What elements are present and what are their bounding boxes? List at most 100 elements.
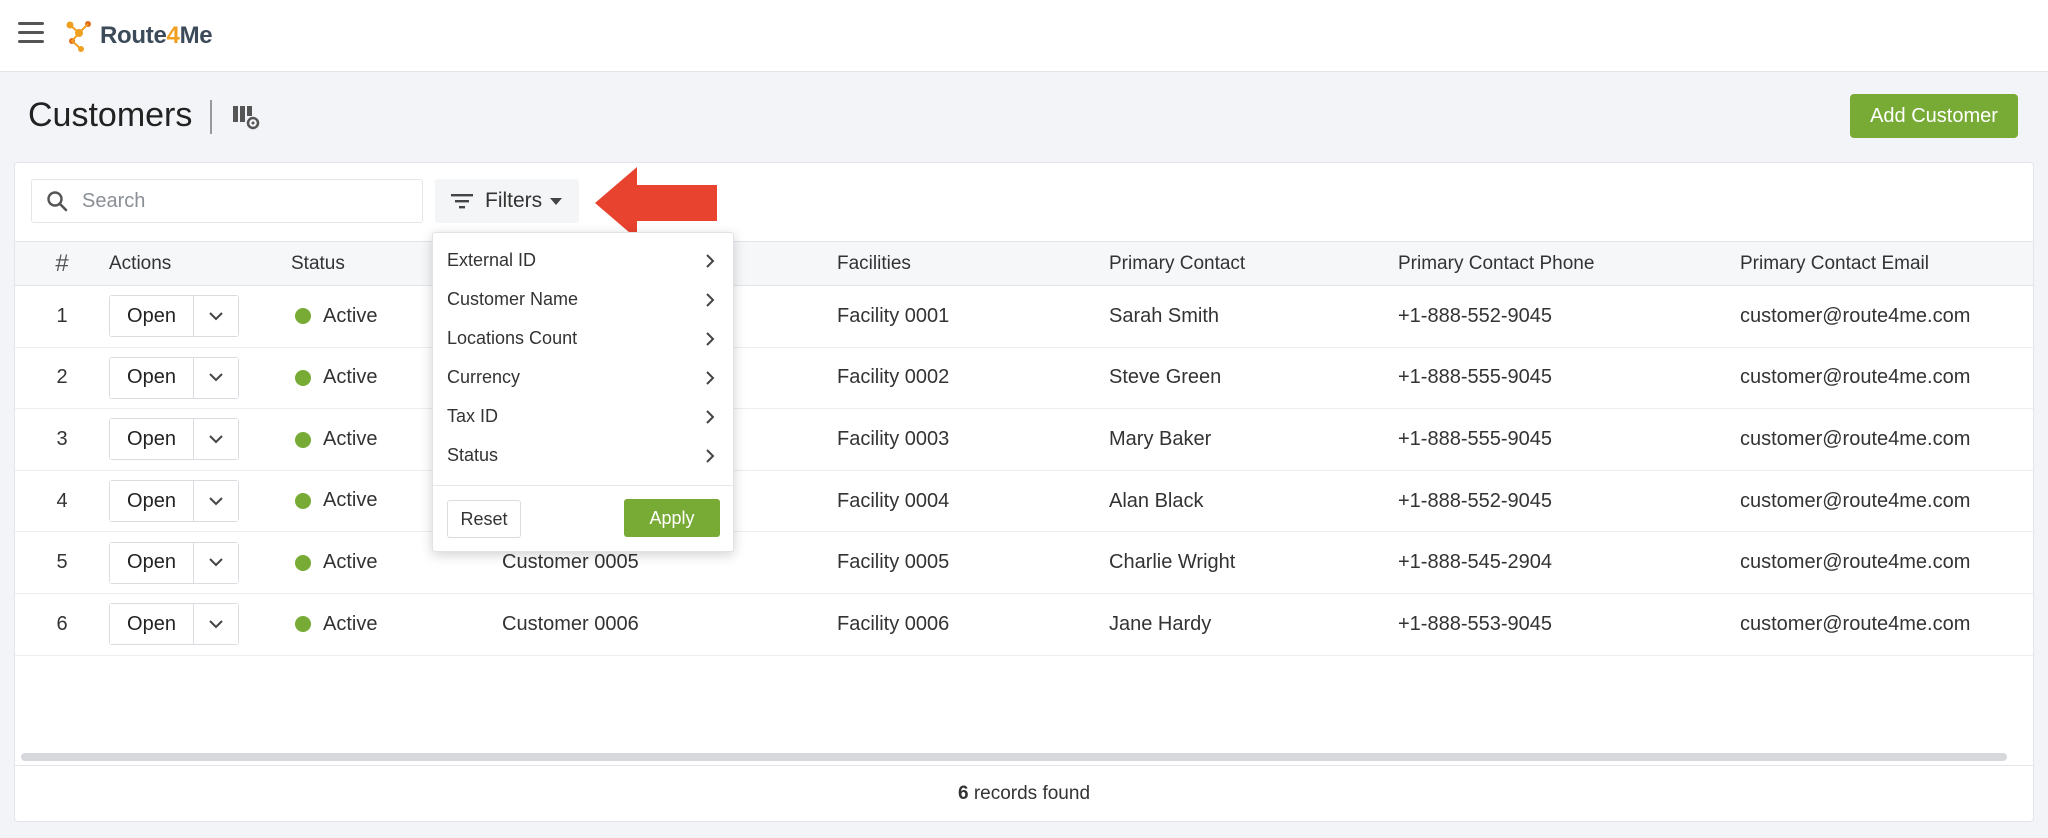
filter-item-label: Currency (447, 367, 521, 387)
column-header-number[interactable]: # (15, 242, 109, 286)
facility-cell: Facility 0002 (837, 366, 950, 389)
status-text: Active (323, 428, 378, 451)
open-dropdown-button[interactable] (194, 419, 238, 460)
page-title: Customers (28, 96, 193, 134)
open-button[interactable]: Open (110, 481, 194, 522)
primary-contact-email-cell: customer@route4me.com (1740, 612, 1971, 635)
status-active-icon (295, 370, 311, 386)
row-number: 5 (56, 551, 68, 574)
status-active-icon (295, 431, 311, 448)
open-button[interactable]: Open (110, 542, 194, 583)
top-bar: Route4Me (0, 0, 2048, 72)
facility-cell: Facility 0005 (837, 551, 950, 574)
primary-contact-cell: Alan Black (1109, 489, 1204, 512)
chevron-down-icon (209, 558, 223, 567)
open-button-group: Open (109, 541, 239, 584)
open-button-group: Open (109, 480, 239, 523)
table-header-row: # Actions Status Facilities Primary Cont… (15, 241, 2033, 286)
filters-dropdown-menu: External ID Customer Name Locations Coun… (432, 232, 734, 552)
primary-contact-email-cell: customer@route4me.com (1740, 304, 1971, 327)
customers-table: # Actions Status Facilities Primary Cont… (15, 241, 2033, 656)
chevron-down-icon (209, 496, 223, 505)
add-customer-button[interactable]: Add Customer (1850, 94, 2018, 138)
open-dropdown-button[interactable] (194, 542, 238, 583)
status-text: Active (323, 551, 378, 574)
actions-cell: Open (109, 532, 291, 594)
search-box[interactable] (31, 179, 423, 223)
filter-icon (451, 194, 473, 209)
customers-card: Filters # Actions Status Facilities Prim… (14, 162, 2034, 822)
route4me-logo-icon (66, 21, 91, 52)
chevron-down-icon (209, 620, 223, 629)
actions-cell: Open (109, 409, 291, 471)
filter-item-customer-name[interactable]: Customer Name (433, 280, 733, 319)
primary-contact-cell: Charlie Wright (1109, 551, 1236, 574)
primary-contact-phone-cell: +1-888-545-2904 (1398, 551, 1553, 574)
status-active-icon (295, 308, 311, 325)
customer-name-cell: Customer 0006 (502, 612, 639, 635)
chevron-down-icon (209, 435, 223, 444)
column-header-actions[interactable]: Actions (109, 242, 291, 286)
records-label: records found (968, 783, 1091, 804)
table-row: 6 Open Active Customer 0006 Facility 000… (15, 593, 2033, 656)
table-row: 3 Open Active Facility 0003 Mary Baker +… (15, 409, 2033, 471)
primary-contact-cell: Jane Hardy (1109, 612, 1212, 635)
reset-button[interactable]: Reset (447, 500, 521, 538)
status-cell: Active (291, 593, 502, 655)
chevron-down-icon (209, 312, 223, 321)
primary-contact-cell: Steve Green (1109, 366, 1222, 389)
open-dropdown-button[interactable] (194, 296, 238, 337)
primary-contact-email-cell: customer@route4me.com (1740, 366, 1971, 389)
status-text: Active (323, 612, 378, 635)
menu-icon[interactable] (18, 22, 44, 44)
open-button[interactable]: Open (110, 296, 194, 337)
primary-contact-phone-cell: +1-888-555-9045 (1398, 427, 1553, 450)
filters-button[interactable]: Filters (435, 179, 579, 223)
search-input[interactable] (82, 189, 402, 213)
filter-item-currency[interactable]: Currency (433, 358, 733, 397)
primary-contact-cell: Sarah Smith (1109, 304, 1220, 327)
column-settings-icon[interactable] (232, 104, 260, 130)
open-button-group: Open (109, 295, 239, 338)
open-button[interactable]: Open (110, 357, 194, 398)
apply-button[interactable]: Apply (624, 499, 720, 537)
open-button-group: Open (109, 356, 239, 399)
horizontal-scrollbar[interactable] (21, 753, 2007, 761)
open-button[interactable]: Open (110, 419, 194, 460)
open-dropdown-button[interactable] (194, 357, 238, 398)
filter-item-status[interactable]: Status (433, 436, 733, 475)
filter-item-label: Status (447, 445, 499, 465)
open-button[interactable]: Open (110, 604, 194, 645)
red-arrow-annotation (595, 167, 717, 239)
primary-contact-email-cell: customer@route4me.com (1740, 427, 1971, 450)
open-dropdown-button[interactable] (194, 604, 238, 645)
row-number: 4 (56, 489, 68, 512)
column-header-primary-contact-phone[interactable]: Primary Contact Phone (1398, 242, 1740, 286)
logo[interactable]: Route4Me (64, 16, 213, 56)
filter-item-locations-count[interactable]: Locations Count (433, 319, 733, 358)
column-header-facilities[interactable]: Facilities (837, 242, 1109, 286)
primary-contact-phone-cell: +1-888-552-9045 (1398, 489, 1553, 512)
facility-cell: Facility 0001 (837, 304, 950, 327)
primary-contact-phone-cell: +1-888-555-9045 (1398, 366, 1553, 389)
filter-item-label: External ID (447, 250, 537, 270)
primary-contact-email-cell: customer@route4me.com (1740, 551, 1971, 574)
column-header-primary-contact[interactable]: Primary Contact (1109, 242, 1398, 286)
title-divider (210, 100, 212, 134)
status-active-icon (295, 616, 311, 633)
records-footer: 6 records found (15, 765, 2033, 821)
filter-item-label: Customer Name (447, 289, 579, 309)
filter-item-label: Tax ID (447, 406, 499, 426)
table-row: 2 Open Active Facility 0002 Steve Green … (15, 347, 2033, 409)
filter-item-external-id[interactable]: External ID (433, 241, 733, 280)
primary-contact-phone-cell: +1-888-552-9045 (1398, 304, 1553, 327)
filter-item-tax-id[interactable]: Tax ID (433, 397, 733, 436)
column-header-primary-contact-email[interactable]: Primary Contact Email (1740, 242, 2033, 286)
open-dropdown-button[interactable] (194, 481, 238, 522)
chevron-right-icon (706, 370, 715, 385)
status-active-icon (295, 554, 311, 571)
primary-contact-email-cell: customer@route4me.com (1740, 489, 1971, 512)
row-number: 6 (56, 612, 68, 635)
filter-item-label: Locations Count (447, 328, 578, 348)
status-active-icon (295, 493, 311, 510)
